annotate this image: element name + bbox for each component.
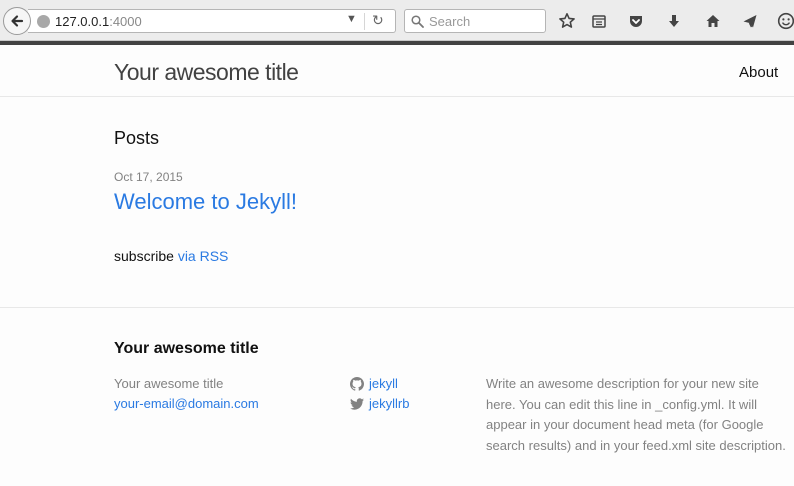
back-button[interactable] bbox=[3, 7, 31, 35]
browser-toolbar: 127.0.0.1:4000 ▼ ↻ Search bbox=[0, 0, 794, 41]
downloads-icon[interactable] bbox=[664, 11, 684, 31]
bookmarks-menu-icon[interactable] bbox=[589, 11, 609, 31]
search-icon bbox=[411, 15, 424, 28]
url-separator bbox=[364, 13, 365, 30]
emoji-icon[interactable] bbox=[776, 11, 794, 31]
site-header: Your awesome title About bbox=[0, 45, 794, 97]
send-page-icon[interactable] bbox=[740, 11, 760, 31]
url-host: 127.0.0.1 bbox=[55, 14, 110, 29]
search-placeholder: Search bbox=[429, 14, 471, 29]
posts-heading: Posts bbox=[114, 128, 160, 148]
post-title-link[interactable]: Welcome to Jekyll! bbox=[114, 189, 297, 215]
rss-link[interactable]: via RSS bbox=[178, 248, 229, 264]
twitter-icon bbox=[350, 397, 364, 410]
url-text[interactable]: 127.0.0.1:4000 bbox=[55, 14, 142, 29]
search-bar[interactable]: Search bbox=[404, 9, 546, 33]
twitter-username: jekyllrb bbox=[369, 396, 410, 411]
bookmark-star-icon[interactable] bbox=[557, 11, 577, 31]
home-icon[interactable] bbox=[703, 11, 723, 31]
back-arrow-icon bbox=[11, 15, 24, 27]
github-icon bbox=[350, 376, 364, 391]
rss-subscribe: subscribe via RSS bbox=[114, 248, 228, 264]
github-username: jekyll bbox=[369, 376, 398, 391]
url-port: :4000 bbox=[109, 14, 142, 29]
github-link[interactable]: jekyll bbox=[350, 376, 398, 391]
post-date: Oct 17, 2015 bbox=[114, 170, 183, 184]
site-footer: Your awesome title Your awesome title yo… bbox=[0, 307, 794, 486]
reload-icon[interactable]: ↻ bbox=[372, 12, 384, 29]
nav-about-link[interactable]: About bbox=[739, 64, 778, 81]
site-description: Write an awesome description for your ne… bbox=[486, 376, 786, 453]
history-dropdown-icon[interactable]: ▼ bbox=[346, 13, 357, 25]
footer-heading: Your awesome title bbox=[114, 340, 259, 357]
footer-email-link[interactable]: your-email@domain.com bbox=[114, 396, 259, 411]
url-bar[interactable]: 127.0.0.1:4000 ▼ ↻ bbox=[28, 9, 396, 33]
twitter-link[interactable]: jekyllrb bbox=[350, 396, 409, 411]
footer-site-name: Your awesome title bbox=[114, 376, 224, 391]
pocket-icon[interactable] bbox=[626, 11, 646, 31]
site-title-link[interactable]: Your awesome title bbox=[114, 59, 299, 86]
globe-icon bbox=[37, 15, 50, 28]
subscribe-text: subscribe bbox=[114, 248, 174, 264]
